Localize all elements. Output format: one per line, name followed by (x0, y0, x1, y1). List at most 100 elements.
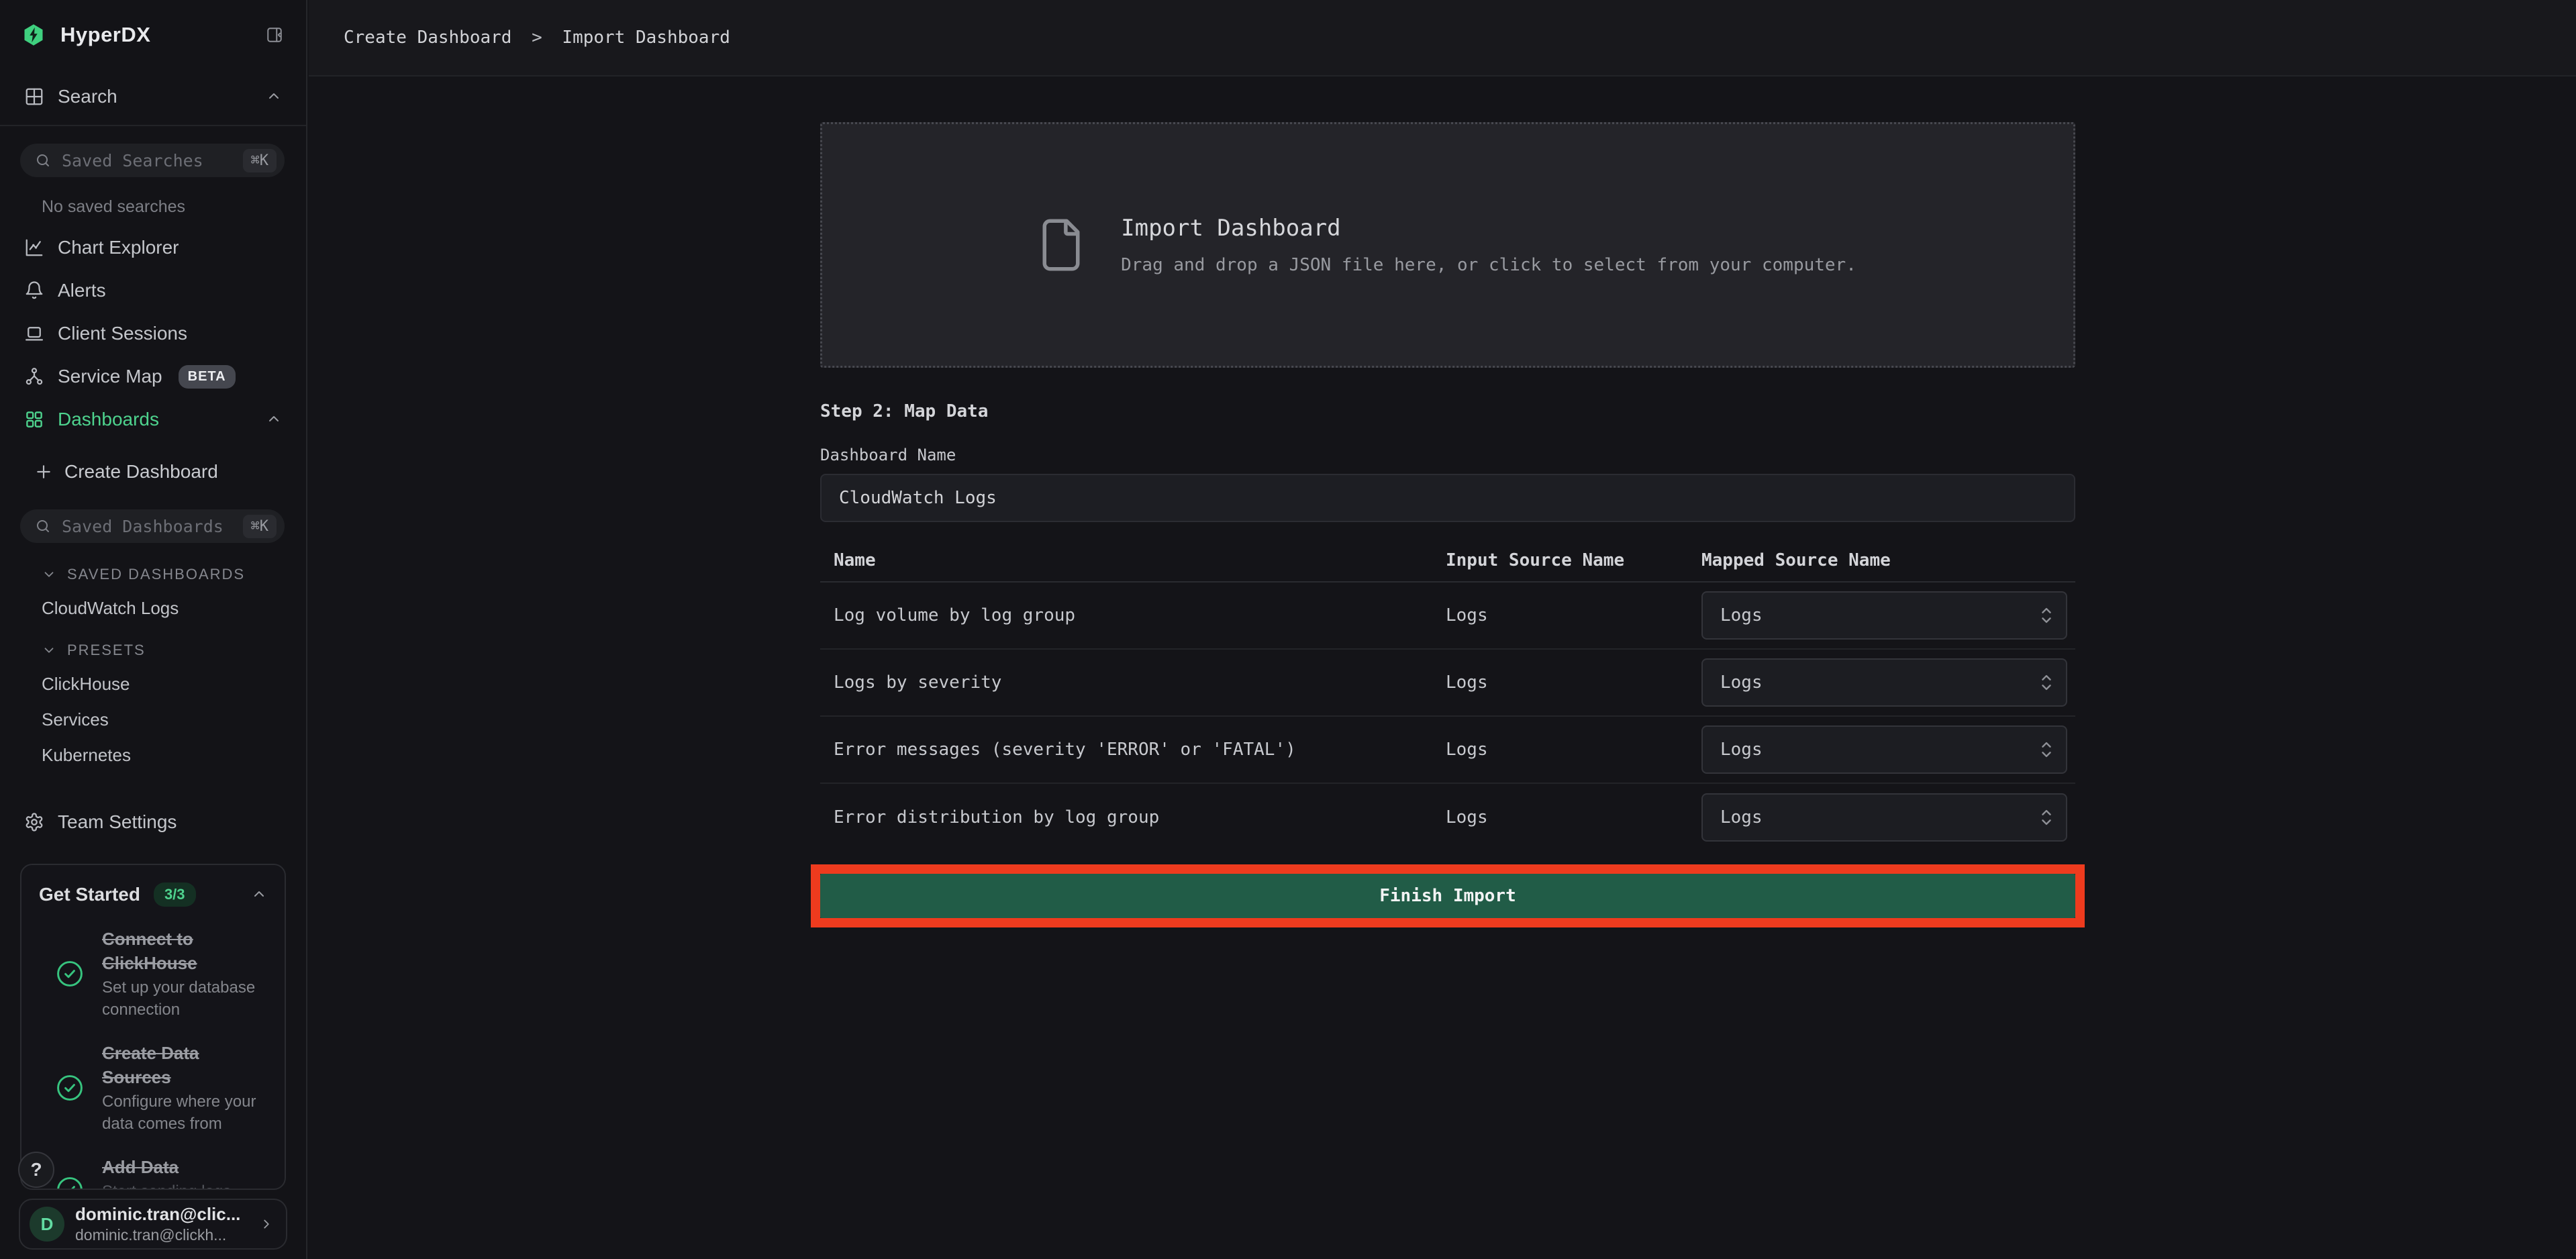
column-header-name: Name (820, 550, 1446, 570)
saved-dashboards-field[interactable] (62, 517, 243, 536)
create-dashboard-button[interactable]: Create Dashboard (0, 452, 306, 492)
sidebar-item-label: Alerts (58, 280, 106, 301)
breadcrumb-separator: > (532, 28, 542, 48)
section-saved-dashboards[interactable]: SAVED DASHBOARDS (42, 566, 306, 583)
select-caret-icon (2039, 603, 2054, 627)
chevron-right-icon (259, 1217, 274, 1231)
laptop-icon (24, 323, 44, 344)
row-input-source: Logs (1446, 672, 1701, 693)
select-value: Logs (1720, 605, 2039, 625)
sidebar-item-label: Chart Explorer (58, 237, 179, 258)
chevron-up-icon[interactable] (251, 887, 267, 903)
column-header-mapped-source: Mapped Source Name (1701, 550, 2075, 570)
user-menu[interactable]: D dominic.tran@clic... dominic.tran@clic… (19, 1199, 287, 1250)
mapped-source-select[interactable]: Logs (1701, 725, 2067, 774)
get-started-title: Get Started (39, 884, 140, 905)
logo-row: HyperDX (0, 0, 306, 47)
user-email: dominic.tran@clickh... (75, 1226, 252, 1244)
section-presets[interactable]: PRESETS (42, 642, 306, 659)
topbar: Create Dashboard > Import Dashboard (309, 0, 2576, 77)
sidebar-item-cloudwatch-logs[interactable]: CloudWatch Logs (42, 598, 306, 619)
sidebar-item-chart-explorer[interactable]: Chart Explorer (0, 226, 306, 269)
dropzone-texts: Import Dashboard Drag and drop a JSON fi… (1121, 215, 1856, 275)
sidebar-item-label: Dashboards (58, 409, 159, 430)
breadcrumb-create-dashboard[interactable]: Create Dashboard (344, 28, 511, 48)
user-texts: dominic.tran@clic... dominic.tran@clickh… (75, 1204, 252, 1244)
sidebar-item-dashboards[interactable]: Dashboards (0, 398, 306, 441)
json-dropzone[interactable]: Import Dashboard Drag and drop a JSON fi… (820, 122, 2075, 368)
saved-searches-field[interactable] (62, 151, 243, 170)
row-input-source: Logs (1446, 605, 1701, 625)
sidebar-item-kubernetes[interactable]: Kubernetes (42, 745, 306, 766)
sidebar-item-label: Team Settings (58, 811, 177, 833)
step-texts: Add Data Start sending logs, metrics, or… (102, 1155, 271, 1190)
search-icon (35, 518, 51, 534)
main-content: Import Dashboard Drag and drop a JSON fi… (820, 77, 2075, 927)
bell-icon (24, 281, 44, 301)
get-started-progress-badge: 3/3 (154, 883, 196, 907)
shortcut-badge: ⌘K (243, 149, 277, 172)
plus-icon (35, 463, 52, 481)
table-row: Error distribution by log group Logs Log… (820, 784, 2075, 851)
search-icon (35, 152, 51, 168)
divider (0, 125, 306, 126)
action-highlight-box: Finish Import (811, 864, 2085, 927)
help-button[interactable]: ? (18, 1152, 54, 1188)
step-desc: Configure where your data comes from (102, 1091, 271, 1135)
sidebar-item-clickhouse[interactable]: ClickHouse (42, 674, 306, 695)
dropzone-subtitle: Drag and drop a JSON file here, or click… (1121, 255, 1856, 275)
sidebar-item-team-settings[interactable]: Team Settings (0, 801, 306, 844)
row-name: Log volume by log group (820, 605, 1446, 625)
chevron-down-icon (42, 567, 56, 582)
get-started-step-2[interactable]: Create Data Sources Configure where your… (21, 1041, 285, 1135)
step-desc: Start sending logs, metrics, or traces (102, 1180, 271, 1190)
row-name: Error messages (severity 'ERROR' or 'FAT… (820, 740, 1446, 760)
step-title: Create Data Sources (102, 1043, 199, 1087)
chevron-up-icon[interactable] (266, 411, 282, 427)
mapped-source-select[interactable]: Logs (1701, 793, 2067, 842)
chevron-down-icon (42, 643, 56, 658)
chevron-up-icon[interactable] (266, 89, 282, 105)
select-caret-icon (2039, 805, 2054, 829)
get-started-step-3[interactable]: Add Data Start sending logs, metrics, or… (21, 1155, 285, 1190)
column-header-input-source: Input Source Name (1446, 550, 1701, 570)
breadcrumb: Create Dashboard > Import Dashboard (344, 28, 730, 48)
row-input-source: Logs (1446, 740, 1701, 760)
sidebar-item-search[interactable]: Search (0, 75, 306, 118)
sidebar-item-label: Service Map (58, 366, 162, 387)
step-desc: Set up your database connection (102, 976, 271, 1021)
dashboard-name-input[interactable] (820, 474, 2075, 522)
table-row: Log volume by log group Logs Logs (820, 583, 2075, 650)
gear-icon (24, 812, 44, 832)
saved-searches-input[interactable]: ⌘K (20, 144, 285, 177)
finish-import-button[interactable]: Finish Import (820, 874, 2075, 918)
user-name: dominic.tran@clic... (75, 1204, 252, 1225)
check-circle-icon (55, 1073, 85, 1103)
select-caret-icon (2039, 738, 2054, 762)
mapped-source-select[interactable]: Logs (1701, 591, 2067, 640)
sidebar-collapse-icon[interactable] (266, 26, 283, 44)
check-circle-icon (55, 1175, 85, 1190)
shortcut-badge: ⌘K (243, 515, 277, 538)
get-started-header[interactable]: Get Started 3/3 (21, 865, 285, 907)
saved-dashboards-input[interactable]: ⌘K (20, 509, 285, 543)
table-row: Logs by severity Logs Logs (820, 650, 2075, 717)
sidebar-item-alerts[interactable]: Alerts (0, 269, 306, 312)
sidebar-item-label: Search (58, 86, 117, 107)
dashboard-name-label: Dashboard Name (820, 446, 2075, 464)
sidebar-item-service-map[interactable]: Service Map BETA (0, 355, 306, 398)
service-map-icon (24, 366, 44, 387)
step-texts: Create Data Sources Configure where your… (102, 1041, 271, 1135)
row-name: Error distribution by log group (820, 807, 1446, 827)
check-circle-icon (55, 959, 85, 989)
select-caret-icon (2039, 670, 2054, 695)
get-started-step-1[interactable]: Connect to ClickHouse Set up your databa… (21, 927, 285, 1021)
sidebar-item-client-sessions[interactable]: Client Sessions (0, 312, 306, 355)
sidebar: HyperDX Search ⌘K No saved searches (0, 0, 307, 1259)
section-title: PRESETS (67, 642, 146, 659)
step-label: Step 2: Map Data (820, 401, 2075, 421)
sidebar-item-services[interactable]: Services (42, 709, 306, 730)
create-dashboard-label: Create Dashboard (64, 461, 218, 483)
mapped-source-select[interactable]: Logs (1701, 658, 2067, 707)
section-title: SAVED DASHBOARDS (67, 566, 245, 583)
